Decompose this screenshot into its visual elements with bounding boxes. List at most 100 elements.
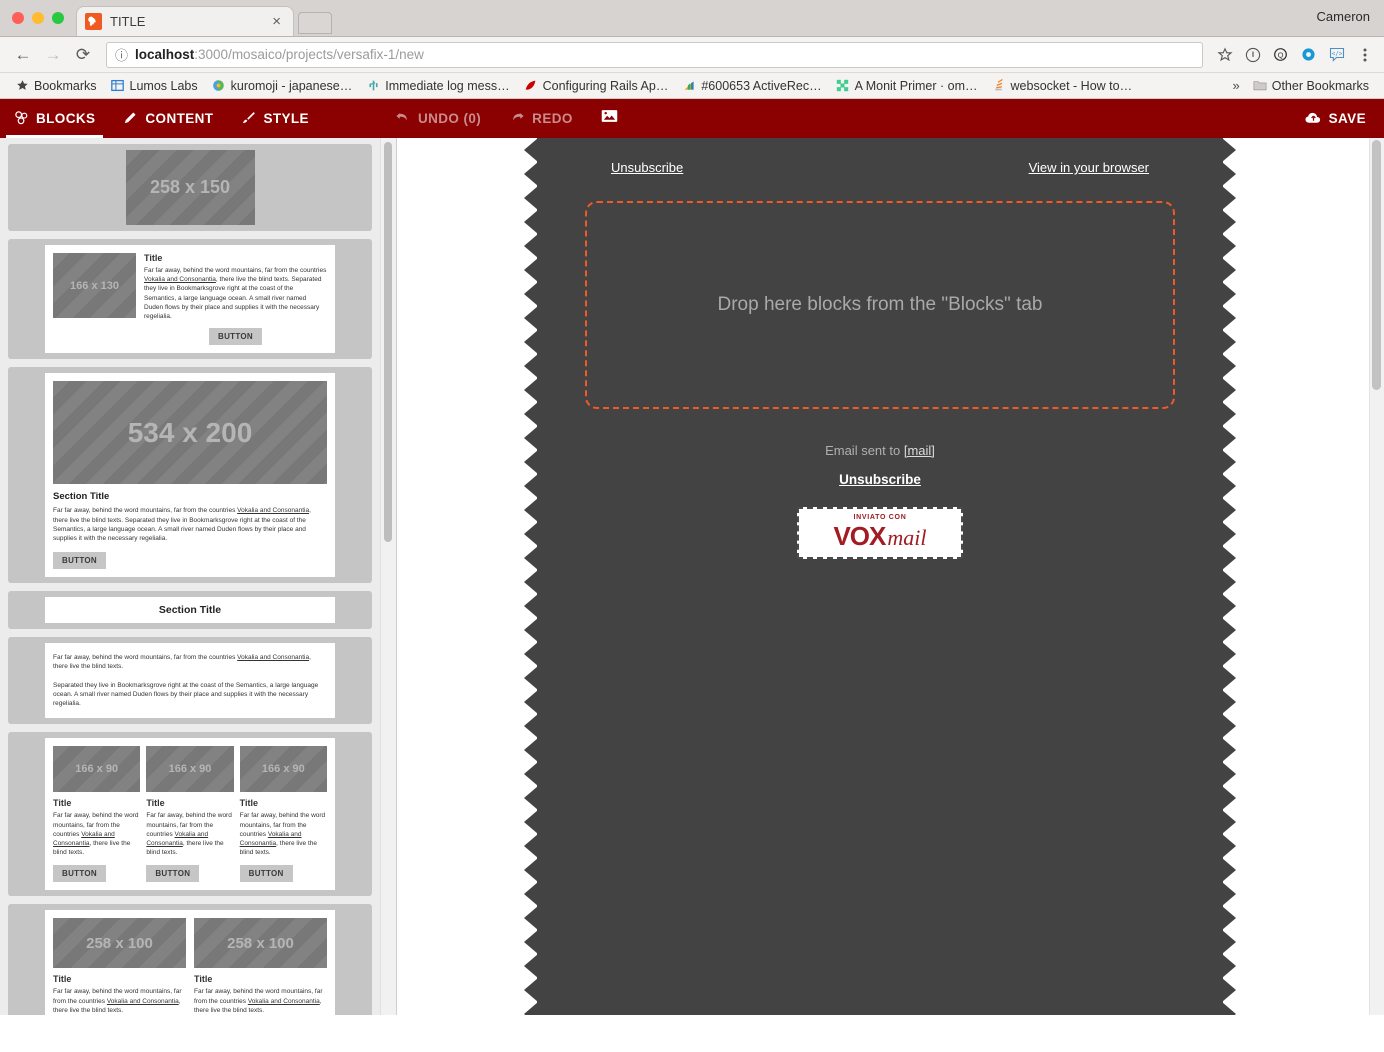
palette-block-full-image-section[interactable]: 534 x 200 Section Title Far far away, be… xyxy=(8,367,372,584)
preheader-view-in-browser-link[interactable]: View in your browser xyxy=(1029,160,1149,175)
block-link[interactable]: Vokalia and Consonantia xyxy=(144,276,216,283)
column-button[interactable]: BUTTON xyxy=(146,865,200,883)
save-label: SAVE xyxy=(1328,111,1366,126)
back-button[interactable]: ← xyxy=(10,42,36,68)
palette-block-two-columns[interactable]: 258 x 100 Title Far far away, behind the… xyxy=(8,904,372,1015)
bookmark-label: websocket - How to… xyxy=(1010,78,1133,93)
reload-button[interactable]: ⟳ xyxy=(70,42,96,68)
bookmark-item[interactable]: #600653 ActiveRec… xyxy=(675,77,828,95)
blue-circle-icon[interactable] xyxy=(1299,45,1318,64)
maximize-window-button[interactable] xyxy=(52,12,64,24)
bookmark-item[interactable]: Immediate log mess… xyxy=(359,77,516,95)
bookmark-item[interactable]: kuromoji - japanese… xyxy=(205,77,360,95)
block-title: Section Title xyxy=(158,604,222,617)
q-circle-icon[interactable]: Q xyxy=(1271,45,1290,64)
block-dropzone[interactable]: Drop here blocks from the "Blocks" tab xyxy=(585,201,1175,409)
tab-blocks[interactable]: BLOCKS xyxy=(0,99,109,138)
palette-block-section-title[interactable]: Section Title xyxy=(8,591,372,630)
column[interactable]: 166 x 90 Title Far far away, behind the … xyxy=(239,746,327,883)
bookmarks-bar: Bookmarks Lumos Labs kuromoji - japanese… xyxy=(0,73,1384,99)
column-link[interactable]: Vokalia and Consonantia xyxy=(240,831,302,847)
column-button[interactable]: BUTTON xyxy=(53,865,106,883)
close-tab-button[interactable]: × xyxy=(268,14,285,29)
column-title: Title xyxy=(239,798,258,809)
palette-block-hero-image[interactable]: 258 x 150 xyxy=(8,144,372,231)
palette-block-image-text[interactable]: 166 x 130 Title Far far away, behind the… xyxy=(8,239,372,360)
email-body: Unsubscribe View in your browser Drop he… xyxy=(524,138,1236,1015)
block-button[interactable]: BUTTON xyxy=(209,328,262,346)
image-gallery-button[interactable] xyxy=(587,109,632,128)
address-bar-url: localhost:3000/mosaico/projects/versafix… xyxy=(135,47,424,62)
column-link[interactable]: Vokalia and Consonantia xyxy=(248,998,320,1005)
column-button[interactable]: BUTTON xyxy=(239,865,293,883)
tab-blocks-label: BLOCKS xyxy=(36,111,96,126)
image-placeholder: 166 x 130 xyxy=(53,253,136,318)
folder-icon xyxy=(1253,79,1267,93)
profile-name[interactable]: Cameron xyxy=(1317,9,1370,24)
browser-tab-title: TITLE xyxy=(110,14,146,29)
bookmark-item[interactable]: Configuring Rails Ap… xyxy=(517,77,676,95)
address-bar[interactable]: ⓘ localhost:3000/mosaico/projects/versaf… xyxy=(106,41,1203,68)
palette-scrollbar-thumb[interactable] xyxy=(384,142,392,542)
close-window-button[interactable] xyxy=(12,12,24,24)
column-link[interactable]: Vokalia and Consonantia xyxy=(53,831,115,847)
bookmark-item[interactable]: websocket - How to… xyxy=(985,77,1140,95)
bookmark-item[interactable]: Bookmarks xyxy=(8,77,104,95)
redo-arrow-icon xyxy=(509,110,525,127)
bookmark-item[interactable]: Lumos Labs xyxy=(104,77,205,95)
browser-tab[interactable]: TITLE × xyxy=(76,6,294,36)
footer-unsubscribe-link[interactable]: Unsubscribe xyxy=(839,472,921,487)
block-link[interactable]: Vokalia and Consonantia xyxy=(237,654,309,661)
column-title: Title xyxy=(146,798,165,809)
browser-window: TITLE × Cameron ← → ⟳ ⓘ localhost:3000/m… xyxy=(0,0,1384,1052)
column[interactable]: 166 x 90 Title Far far away, behind the … xyxy=(146,746,234,883)
column-body: Far far away, behind the word mountains,… xyxy=(194,988,323,1014)
preheader-unsubscribe-link[interactable]: Unsubscribe xyxy=(611,160,683,175)
undo-button[interactable]: UNDO (0) xyxy=(381,110,495,127)
star-icon[interactable] xyxy=(1215,45,1234,64)
image-placeholder: 166 x 90 xyxy=(239,746,327,793)
pencil-icon xyxy=(123,110,138,128)
canvas-scrollbar-thumb[interactable] xyxy=(1372,140,1381,390)
rails-icon xyxy=(524,79,538,93)
page-info-icon[interactable]: ⓘ xyxy=(115,45,128,64)
blocks-palette[interactable]: 258 x 150 166 x 130 Title Far far away, … xyxy=(0,138,397,1015)
column[interactable]: 258 x 100 Title Far far away, behind the… xyxy=(53,918,186,1015)
footer-mail-token[interactable]: [mail] xyxy=(904,443,935,458)
image-icon xyxy=(601,109,618,128)
info-circle-icon[interactable] xyxy=(1243,45,1262,64)
block-link[interactable]: Vokalia and Consonantia xyxy=(237,507,309,514)
other-bookmarks-folder[interactable]: Other Bookmarks xyxy=(1246,77,1376,95)
forward-button[interactable]: → xyxy=(40,42,66,68)
omnibox-actions: Q </> xyxy=(1213,45,1374,64)
block-body: Far far away, behind the word mountains,… xyxy=(53,507,311,542)
block-button[interactable]: BUTTON xyxy=(53,552,106,570)
kebab-menu-icon[interactable] xyxy=(1355,45,1374,64)
palette-block-text[interactable]: Far far away, behind the word mountains,… xyxy=(8,637,372,725)
image-placeholder: 534 x 200 xyxy=(53,381,327,485)
voxmail-mail: mail xyxy=(887,525,927,550)
column-body: Far far away, behind the word mountains,… xyxy=(239,812,326,857)
email-canvas[interactable]: Unsubscribe View in your browser Drop he… xyxy=(397,138,1384,1015)
image-placeholder: 258 x 150 xyxy=(125,150,255,225)
column-link[interactable]: Vokalia and Consonantia xyxy=(107,998,179,1005)
code-bubble-icon[interactable]: </> xyxy=(1327,45,1346,64)
column-link[interactable]: Vokalia and Consonantia xyxy=(146,831,208,847)
tab-style[interactable]: STYLE xyxy=(227,99,323,138)
tab-content[interactable]: CONTENT xyxy=(109,99,227,138)
redo-label: REDO xyxy=(532,111,573,126)
minimize-window-button[interactable] xyxy=(32,12,44,24)
new-tab-button[interactable] xyxy=(298,12,332,34)
column[interactable]: 166 x 90 Title Far far away, behind the … xyxy=(53,746,141,883)
save-button[interactable]: SAVE xyxy=(1305,111,1366,127)
email-footer: Email sent to [mail] Unsubscribe INVIATO… xyxy=(563,409,1197,559)
block-title: Section Title xyxy=(53,491,110,503)
voxmail-logo[interactable]: INVIATO CON VOX mail xyxy=(797,507,963,559)
column[interactable]: 258 x 100 Title Far far away, behind the… xyxy=(194,918,327,1015)
cactus-icon xyxy=(366,79,380,93)
redo-button[interactable]: REDO xyxy=(495,110,587,127)
palette-block-three-columns[interactable]: 166 x 90 Title Far far away, behind the … xyxy=(8,732,372,897)
bookmarks-overflow-button[interactable]: » xyxy=(1227,78,1246,93)
bookmark-label: Bookmarks xyxy=(34,78,97,93)
bookmark-item[interactable]: A Monit Primer · om… xyxy=(829,77,985,95)
